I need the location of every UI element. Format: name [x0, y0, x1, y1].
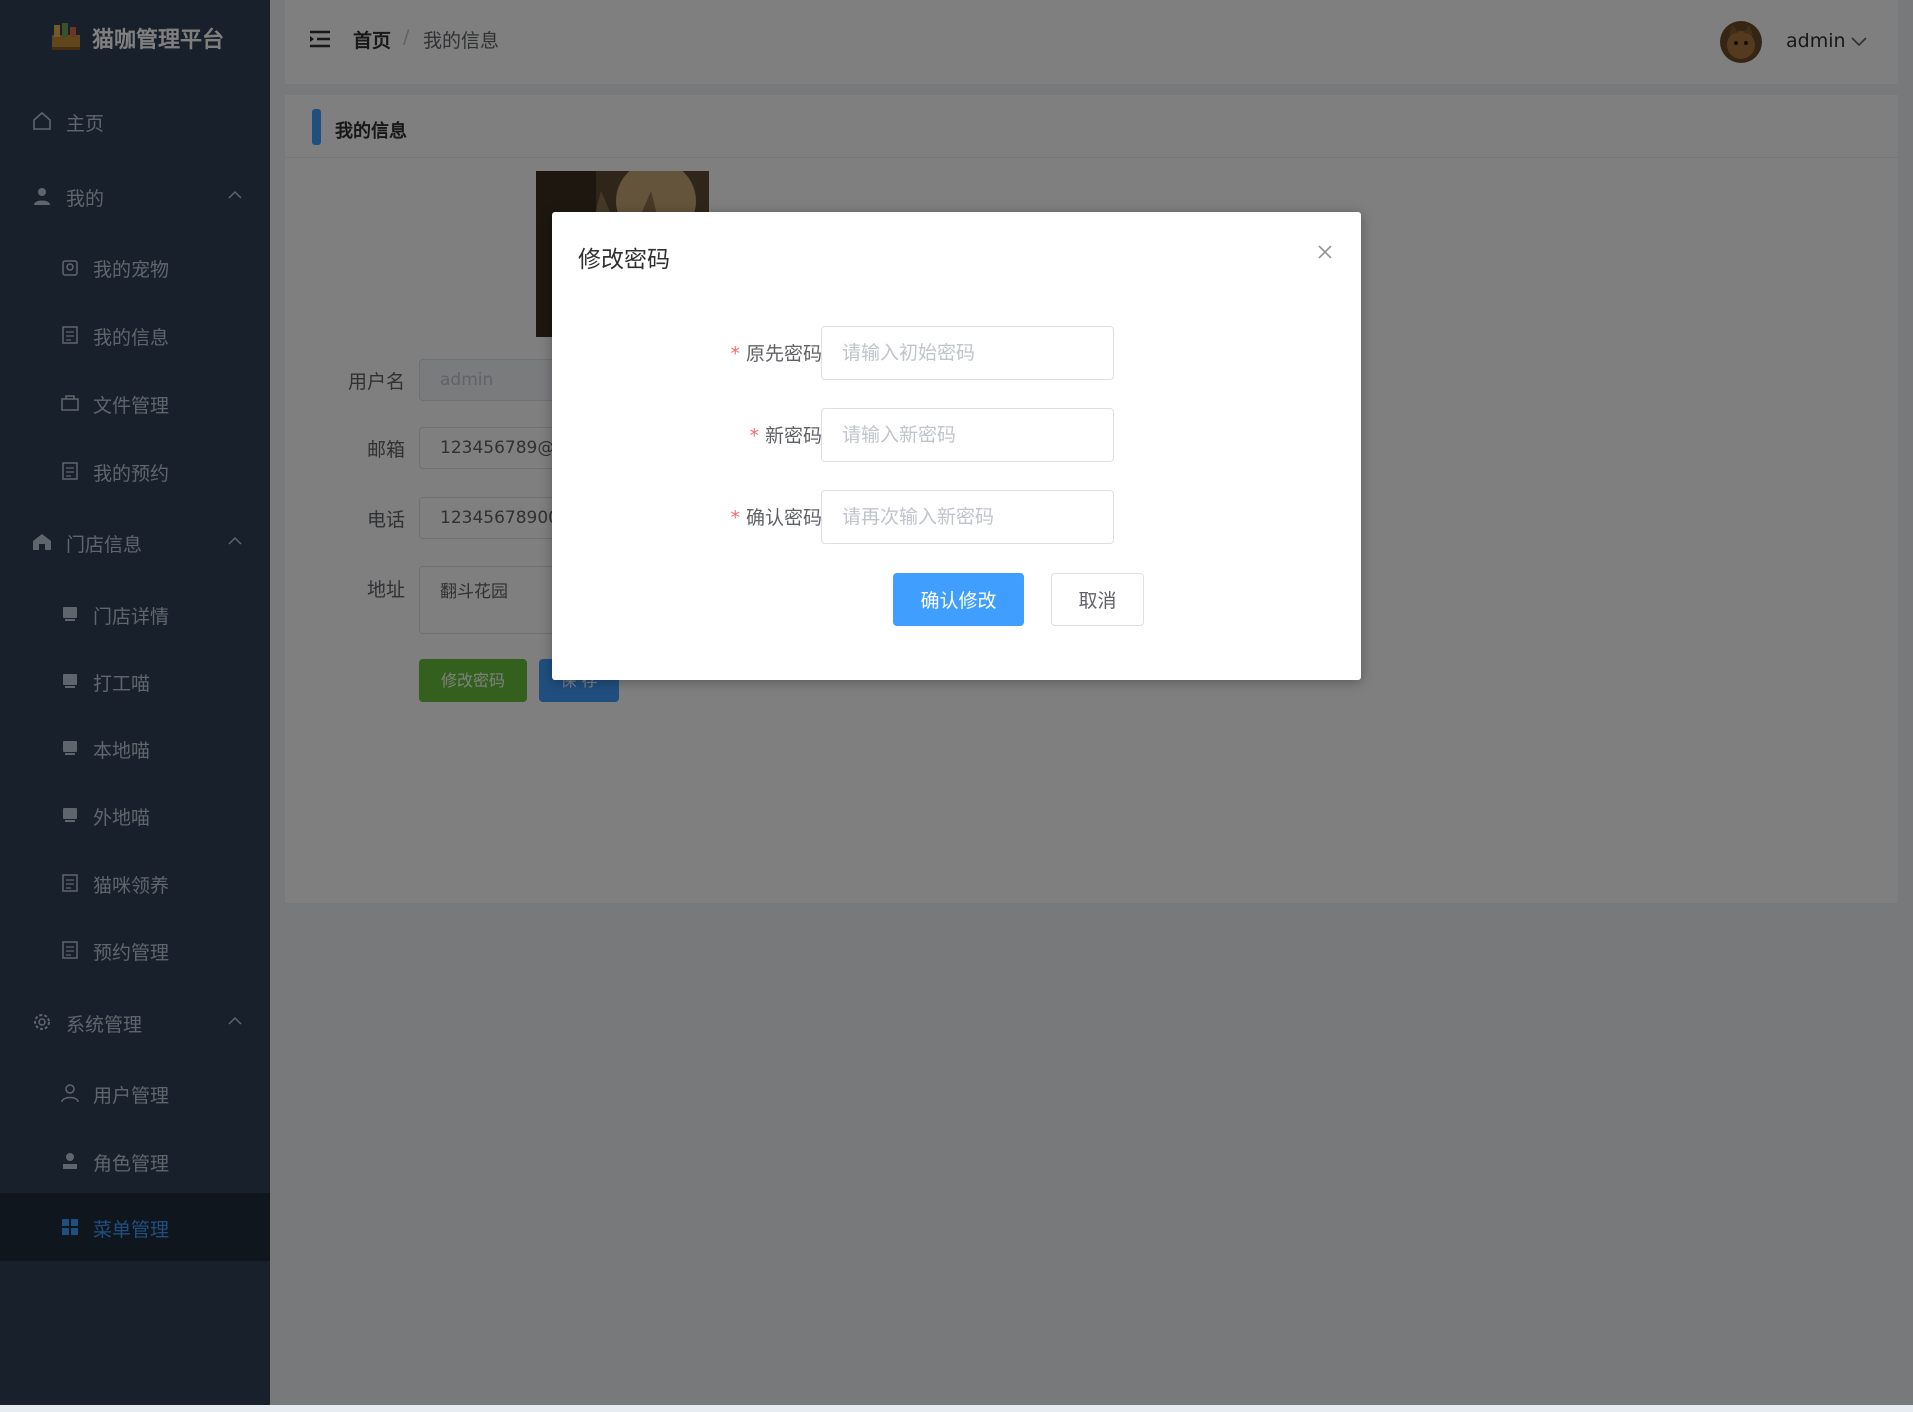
old-password-label-text: 原先密码 — [745, 343, 822, 365]
modal-overlay[interactable] — [0, 0, 1913, 1405]
confirm-password-label: * 确认密码 — [552, 503, 822, 530]
close-icon[interactable] — [1315, 242, 1335, 262]
required-mark: * — [730, 507, 740, 529]
new-password-label-text: 新密码 — [764, 425, 822, 447]
old-password-label: * 原先密码 — [552, 339, 822, 366]
change-password-dialog: 修改密码 * 原先密码 * 新密码 * 确认密码 确认修改 取消 — [552, 212, 1361, 680]
required-mark: * — [749, 425, 759, 447]
dialog-title: 修改密码 — [578, 247, 670, 273]
confirm-button[interactable]: 确认修改 — [893, 573, 1024, 626]
required-mark: * — [730, 343, 740, 365]
old-password-input[interactable] — [821, 326, 1114, 380]
new-password-label: * 新密码 — [552, 421, 822, 448]
bottom-edge — [0, 1405, 1913, 1412]
confirm-password-label-text: 确认密码 — [745, 507, 822, 529]
cancel-button[interactable]: 取消 — [1051, 573, 1144, 626]
new-password-input[interactable] — [821, 408, 1114, 462]
confirm-password-input[interactable] — [821, 490, 1114, 544]
